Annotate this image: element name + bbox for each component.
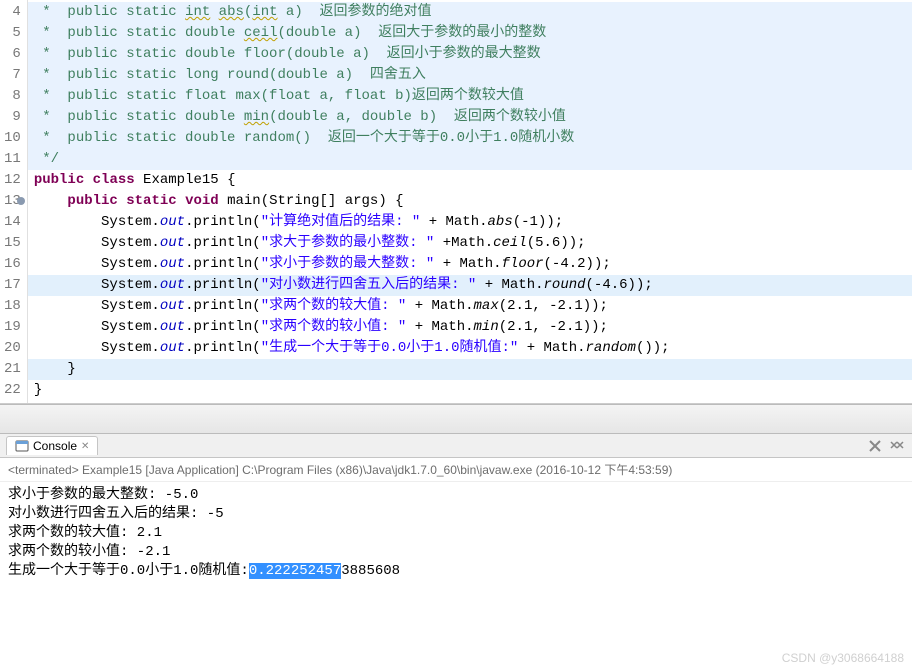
console-tabbar: Console ✕ <box>0 434 912 458</box>
code-line[interactable]: } <box>28 380 912 401</box>
line-number: 20 <box>4 338 21 359</box>
line-number: 13 <box>4 191 21 212</box>
console-line[interactable]: 求两个数的较大值: 2.1 <box>8 524 904 543</box>
code-line[interactable]: System.out.println("求大于参数的最小整数: " +Math.… <box>28 233 912 254</box>
code-line[interactable]: * public static float max(float a, float… <box>28 86 912 107</box>
console-tab-label: Console <box>33 439 77 453</box>
line-number: 7 <box>4 65 21 86</box>
console-icon <box>15 439 29 453</box>
remove-launch-icon[interactable] <box>866 437 884 455</box>
code-line[interactable]: System.out.println("生成一个大于等于0.0小于1.0随机值:… <box>28 338 912 359</box>
code-line[interactable]: public class Example15 { <box>28 170 912 191</box>
line-number: 10 <box>4 128 21 149</box>
line-number-gutter: 45678910111213141516171819202122 <box>0 0 28 403</box>
code-line[interactable]: * public static double floor(double a) 返… <box>28 44 912 65</box>
console-line[interactable]: 求两个数的较小值: -2.1 <box>8 543 904 562</box>
close-icon[interactable]: ✕ <box>81 441 89 452</box>
line-number: 22 <box>4 380 21 401</box>
code-content[interactable]: * public static int abs(int a) 返回参数的绝对值 … <box>28 0 912 403</box>
code-line[interactable]: System.out.println("求小于参数的最大整数: " + Math… <box>28 254 912 275</box>
line-number: 12 <box>4 170 21 191</box>
line-number: 4 <box>4 2 21 23</box>
console-line[interactable]: 生成一个大于等于0.0小于1.0随机值:0.2222524573885608 <box>8 562 904 581</box>
line-number: 18 <box>4 296 21 317</box>
line-number: 19 <box>4 317 21 338</box>
line-number: 21 <box>4 359 21 380</box>
code-line[interactable]: * public static double min(double a, dou… <box>28 107 912 128</box>
line-number: 9 <box>4 107 21 128</box>
code-line[interactable]: System.out.println("求两个数的较小值: " + Math.m… <box>28 317 912 338</box>
code-line[interactable]: } <box>28 359 912 380</box>
line-number: 8 <box>4 86 21 107</box>
console-panel: Console ✕ <terminated> Example15 [Java A… <box>0 434 912 669</box>
code-line[interactable]: * public static double random() 返回一个大于等于… <box>28 128 912 149</box>
console-output[interactable]: 求小于参数的最大整数: -5.0对小数进行四舍五入后的结果: -5求两个数的较大… <box>0 482 912 585</box>
code-line[interactable]: */ <box>28 149 912 170</box>
line-number: 15 <box>4 233 21 254</box>
code-line[interactable]: System.out.println("计算绝对值后的结果: " + Math.… <box>28 212 912 233</box>
code-line[interactable]: public static void main(String[] args) { <box>28 191 912 212</box>
line-number: 11 <box>4 149 21 170</box>
console-tab[interactable]: Console ✕ <box>6 436 98 455</box>
code-line[interactable]: * public static long round(double a) 四舍五… <box>28 65 912 86</box>
code-line[interactable]: * public static int abs(int a) 返回参数的绝对值 <box>28 2 912 23</box>
console-process-header: <terminated> Example15 [Java Application… <box>0 458 912 482</box>
console-line[interactable]: 对小数进行四舍五入后的结果: -5 <box>8 505 904 524</box>
line-number: 17 <box>4 275 21 296</box>
line-number: 16 <box>4 254 21 275</box>
console-line[interactable]: 求小于参数的最大整数: -5.0 <box>8 486 904 505</box>
panel-divider[interactable] <box>0 404 912 434</box>
code-line[interactable]: System.out.println("求两个数的较大值: " + Math.m… <box>28 296 912 317</box>
code-editor[interactable]: 45678910111213141516171819202122 * publi… <box>0 0 912 404</box>
line-number: 5 <box>4 23 21 44</box>
line-number: 14 <box>4 212 21 233</box>
line-number: 6 <box>4 44 21 65</box>
watermark: CSDN @y3068664188 <box>782 651 904 665</box>
fold-marker-icon[interactable] <box>17 197 25 205</box>
code-line[interactable]: System.out.println("对小数进行四舍五入后的结果: " + M… <box>28 275 912 296</box>
remove-all-terminated-icon[interactable] <box>888 437 906 455</box>
code-line[interactable]: * public static double ceil(double a) 返回… <box>28 23 912 44</box>
